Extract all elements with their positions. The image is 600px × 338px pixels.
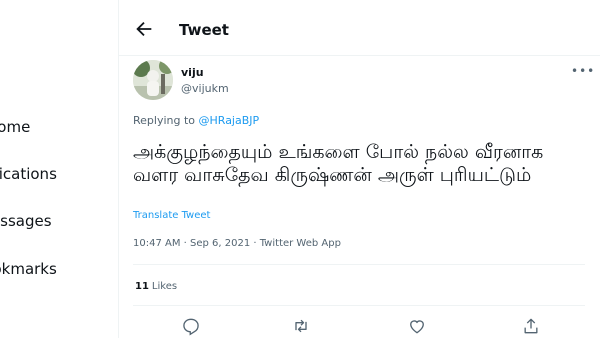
tweet-text: அக்குழந்தையும் உங்களை போல் நல்ல வீரனாக வ… xyxy=(133,141,544,186)
user-handle[interactable]: @vijukm xyxy=(181,82,229,95)
arrow-left-icon[interactable] xyxy=(133,18,155,40)
sidebar-item-label: Bookmarks xyxy=(0,260,57,278)
translate-tweet-link[interactable]: Translate Tweet xyxy=(133,210,210,221)
avatar[interactable] xyxy=(133,60,173,100)
user-display-name[interactable]: viju xyxy=(181,66,204,79)
sidebar-item-label: Home xyxy=(0,118,31,136)
like-icon[interactable] xyxy=(407,316,427,336)
sidebar-item-label: Messages xyxy=(0,212,52,230)
sidebar-item-label: Notifications xyxy=(0,165,57,183)
sidebar-item-home[interactable]: Home xyxy=(0,118,30,136)
divider xyxy=(133,264,585,265)
share-icon[interactable] xyxy=(521,316,541,336)
more-icon[interactable]: ••• xyxy=(571,64,595,78)
page-title: Tweet xyxy=(179,21,229,39)
likes-count[interactable]: 11 Likes xyxy=(135,281,177,292)
retweet-icon[interactable] xyxy=(291,316,311,336)
sidebar-nav: Home Notifications Messages Bookmarks xyxy=(0,0,118,338)
reply-icon[interactable] xyxy=(181,316,201,336)
replying-to: Replying to @HRajaBJP xyxy=(133,114,259,127)
divider xyxy=(133,305,585,306)
page-header: Tweet xyxy=(119,0,600,56)
sidebar-item-messages[interactable]: Messages xyxy=(0,212,52,230)
sidebar-item-bookmarks[interactable]: Bookmarks xyxy=(0,260,57,278)
tweet-actions xyxy=(119,312,600,338)
replying-prefix: Replying to xyxy=(133,114,196,127)
sidebar-item-notifications[interactable]: Notifications xyxy=(0,165,57,183)
likes-label: Likes xyxy=(151,281,178,292)
likes-number: 11 xyxy=(135,281,149,292)
tweet-timestamp[interactable]: 10:47 AM · Sep 6, 2021 · Twitter Web App xyxy=(133,238,341,249)
tweet-detail-panel: Tweet viju @vijukm ••• Replying to @HRaj… xyxy=(118,0,600,338)
replying-to-link[interactable]: @HRajaBJP xyxy=(199,114,260,127)
